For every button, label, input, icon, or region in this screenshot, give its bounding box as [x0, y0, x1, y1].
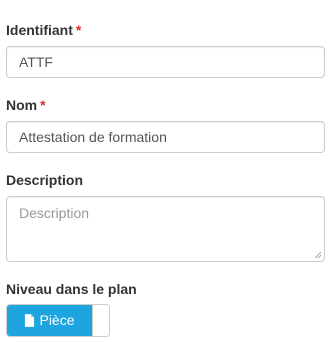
niveau-toggle-handle[interactable] — [92, 305, 109, 336]
identifiant-label: Identifiant * — [6, 22, 81, 38]
nom-input[interactable]: Attestation de formation — [6, 121, 325, 153]
nom-input-value: Attestation de formation — [19, 129, 167, 145]
description-label-text: Description — [6, 172, 84, 188]
identifiant-required-mark: * — [75, 22, 82, 38]
niveau-label-text: Niveau dans le plan — [6, 281, 137, 297]
identifiant-input[interactable]: ATTF — [6, 46, 325, 78]
description-field-wrapper — [6, 196, 325, 262]
niveau-toggle-on-label: Pièce — [7, 305, 92, 336]
nom-required-mark: * — [40, 97, 46, 113]
description-label: Description — [6, 172, 83, 188]
document-icon — [25, 314, 35, 327]
identifiant-input-value: ATTF — [19, 54, 53, 70]
niveau-toggle-text: Pièce — [39, 312, 75, 328]
resize-grip-icon[interactable] — [314, 251, 322, 259]
niveau-toggle-switch[interactable]: Pièce — [6, 304, 110, 337]
niveau-label: Niveau dans le plan — [6, 281, 137, 297]
identifiant-label-text: Identifiant — [6, 22, 73, 38]
nom-label: Nom * — [6, 97, 46, 113]
description-textarea[interactable] — [6, 196, 325, 262]
nom-label-text: Nom — [6, 97, 38, 113]
